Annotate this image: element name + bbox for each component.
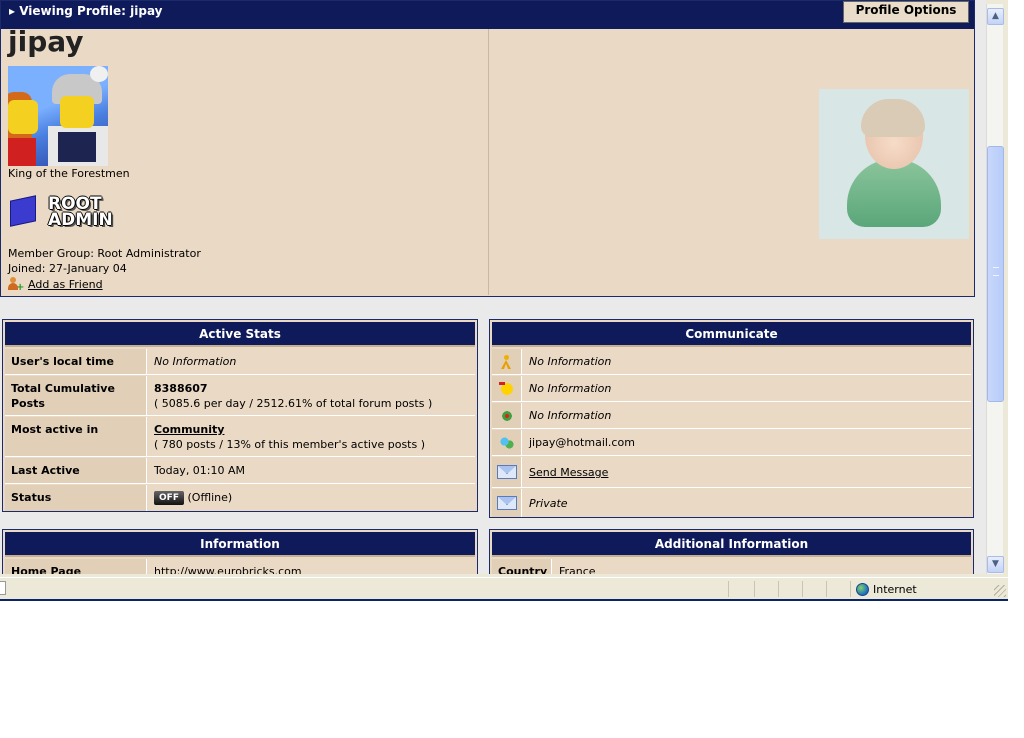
contact-row-email: Private: [492, 489, 971, 517]
active-stats-panel: Active Stats User's local time No Inform…: [2, 319, 478, 512]
profile-divider: [488, 29, 489, 295]
profile-box: ▸ Viewing Profile: jipay Profile Options…: [0, 0, 975, 297]
email-value: Private: [523, 489, 971, 517]
contact-row-msn: jipay@hotmail.com: [492, 430, 971, 456]
additional-info-title: Additional Information: [492, 532, 971, 557]
communicate-panel: Communicate No Information No Informatio…: [489, 319, 974, 518]
mail-icon: [497, 465, 517, 479]
stat-label: User's local time: [5, 349, 147, 374]
posts-detail: ( 5085.6 per day / 2512.61% of total for…: [154, 397, 433, 410]
avatar: [8, 66, 108, 166]
send-message-link[interactable]: Send Message: [529, 466, 608, 479]
stat-row-most-active: Most active in Community ( 780 posts / 1…: [5, 417, 475, 457]
send-message-cell: Send Message: [523, 457, 971, 487]
home-page-link[interactable]: http://www.eurobricks.com: [148, 559, 475, 574]
profile-header: ▸ Viewing Profile: jipay Profile Options: [1, 1, 974, 29]
stat-value: No Information: [148, 349, 475, 374]
zone-label: Internet: [873, 583, 917, 596]
resize-grip[interactable]: [994, 585, 1006, 597]
msn-icon: [499, 436, 515, 450]
globe-icon: [856, 583, 869, 596]
contact-row-pm: Send Message: [492, 457, 971, 488]
aim-icon: [499, 355, 515, 369]
info-label: Home Page: [5, 559, 147, 574]
most-active-forum-link[interactable]: Community: [154, 423, 224, 436]
status-text: (Offline): [187, 491, 233, 504]
stat-label: Most active in: [5, 417, 147, 456]
stat-row-posts: Total Cumulative Posts 8388607 ( 5085.6 …: [5, 376, 475, 416]
active-stats-title: Active Stats: [5, 322, 475, 347]
scroll-up-button[interactable]: ▲: [987, 8, 1004, 25]
email-icon[interactable]: [497, 496, 517, 510]
stat-value: Community ( 780 posts / 13% of this memb…: [148, 417, 475, 456]
scroll-thumb[interactable]: [987, 146, 1004, 402]
contact-row-icq: No Information: [492, 403, 971, 429]
profile-options-button[interactable]: Profile Options: [843, 1, 969, 23]
add-friend-link[interactable]: + Add as Friend: [8, 277, 103, 293]
add-friend-text[interactable]: Add as Friend: [28, 278, 103, 291]
contact-row-aim: No Information: [492, 349, 971, 375]
username: jipay: [8, 25, 84, 58]
lego-brick-icon: [10, 195, 36, 227]
browser-window: ▸ Viewing Profile: jipay Profile Options…: [0, 0, 1008, 601]
information-panel: Information Home Page http://www.eurobri…: [2, 529, 478, 574]
rank-badge: ROOT ADMIN: [8, 194, 118, 230]
posts-count: 8388607: [154, 382, 208, 395]
user-title: King of the Forestmen: [8, 167, 130, 180]
stat-label: Status: [5, 485, 147, 511]
stat-label: Last Active: [5, 458, 147, 483]
addl-row-country: Country France: [492, 559, 971, 574]
member-group: Member Group: Root Administrator: [8, 247, 201, 260]
profile-header-text: Viewing Profile: jipay: [19, 4, 163, 18]
msn-value: jipay@hotmail.com: [523, 430, 971, 455]
additional-info-panel: Additional Information Country France: [489, 529, 974, 574]
yahoo-icon: [499, 382, 515, 396]
page-icon: [0, 581, 6, 595]
information-title: Information: [5, 532, 475, 557]
country-label: Country: [492, 559, 552, 574]
stat-row-status: Status OFF (Offline): [5, 485, 475, 511]
info-row-home-page: Home Page http://www.eurobricks.com: [5, 559, 475, 574]
icq-icon: [499, 409, 515, 423]
security-zone[interactable]: Internet: [856, 582, 917, 597]
offline-badge: OFF: [154, 491, 184, 505]
status-bar: Internet: [0, 577, 1008, 599]
yahoo-value: No Information: [523, 376, 971, 401]
contact-row-yahoo: No Information: [492, 376, 971, 402]
stat-value: Today, 01:10 AM: [148, 458, 475, 483]
communicate-title: Communicate: [492, 322, 971, 347]
scroll-down-button[interactable]: ▼: [987, 556, 1004, 573]
stat-value: OFF (Offline): [148, 485, 475, 511]
profile-photo: [819, 89, 969, 239]
joined-date: Joined: 27-January 04: [8, 262, 127, 275]
aim-value: No Information: [523, 349, 971, 374]
page-content: ▸ Viewing Profile: jipay Profile Options…: [0, 0, 986, 574]
vertical-scrollbar[interactable]: ▲ ▼: [986, 4, 1004, 574]
stat-label: Total Cumulative Posts: [5, 376, 147, 415]
add-friend-icon: +: [8, 277, 24, 293]
stat-row-local-time: User's local time No Information: [5, 349, 475, 375]
most-active-detail: ( 780 posts / 13% of this member's activ…: [154, 438, 426, 451]
country-value: France: [553, 559, 971, 574]
stat-value: 8388607 ( 5085.6 per day / 2512.61% of t…: [148, 376, 475, 415]
stat-row-last-active: Last Active Today, 01:10 AM: [5, 458, 475, 484]
rank-line2: ADMIN: [48, 210, 113, 230]
profile-header-title: ▸ Viewing Profile: jipay: [9, 4, 163, 18]
icq-value: No Information: [523, 403, 971, 428]
